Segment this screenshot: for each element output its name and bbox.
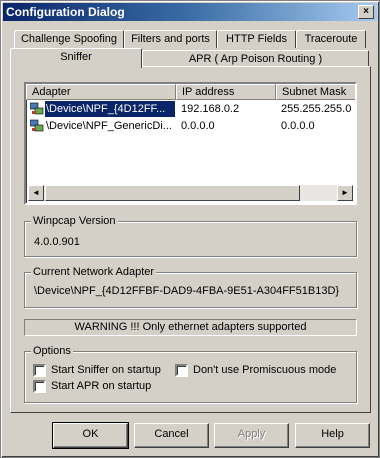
tab-challenge-spoofing[interactable]: Challenge Spoofing xyxy=(14,30,124,48)
current-adapter-label: Current Network Adapter xyxy=(31,265,157,279)
ip-address-cell: 192.168.0.2 xyxy=(181,103,240,115)
ip-address-cell: 0.0.0.0 xyxy=(181,120,215,132)
tab-filters-and-ports[interactable]: Filters and ports xyxy=(124,30,217,48)
winpcap-version-value: 4.0.0.901 xyxy=(34,236,80,248)
title-bar[interactable]: Configuration Dialog × xyxy=(3,3,377,21)
help-button[interactable]: Help xyxy=(295,423,370,448)
apply-button[interactable]: Apply xyxy=(214,423,289,448)
close-icon: × xyxy=(363,6,369,17)
window-title: Configuration Dialog xyxy=(6,5,125,19)
network-adapter-icon xyxy=(30,102,44,115)
warning-message: WARNING !!! Only ethernet adapters suppo… xyxy=(24,319,357,336)
network-adapter-icon xyxy=(30,119,44,132)
start-apr-checkbox[interactable] xyxy=(33,380,46,393)
ok-button[interactable]: OK xyxy=(52,422,129,449)
start-apr-label[interactable]: Start APR on startup xyxy=(51,380,151,393)
adapter-name-cell: \Device\NPF_GenericDi... xyxy=(46,120,172,132)
tab-traceroute[interactable]: Traceroute xyxy=(296,30,366,48)
scroll-left-button[interactable]: ◄ xyxy=(28,185,44,201)
no-promiscuous-label[interactable]: Don't use Promiscuous mode xyxy=(193,364,336,377)
scroll-thumb[interactable] xyxy=(45,185,300,201)
start-sniffer-checkbox[interactable] xyxy=(33,364,46,377)
horizontal-scrollbar[interactable]: ◄ ► xyxy=(28,185,353,201)
tab-http-fields[interactable]: HTTP Fields xyxy=(217,30,296,48)
close-button[interactable]: × xyxy=(358,5,374,19)
adapter-row[interactable]: \Device\NPF_GenericDi... 0.0.0.0 0.0.0.0 xyxy=(27,118,355,134)
arrow-left-icon: ◄ xyxy=(32,188,40,197)
tab-sniffer[interactable]: Sniffer xyxy=(10,48,142,68)
arrow-right-icon: ► xyxy=(341,188,349,197)
adapter-row[interactable]: \Device\NPF_{4D12FF... 192.168.0.2 255.2… xyxy=(27,101,355,117)
column-header-adapter[interactable]: Adapter xyxy=(26,84,176,100)
scroll-right-button[interactable]: ► xyxy=(337,185,353,201)
cancel-button[interactable]: Cancel xyxy=(134,423,209,448)
no-promiscuous-checkbox[interactable] xyxy=(175,364,188,377)
start-sniffer-label[interactable]: Start Sniffer on startup xyxy=(51,364,161,377)
options-group: Options xyxy=(24,344,357,403)
adapter-name-cell: \Device\NPF_{4D12FF... xyxy=(45,101,175,117)
subnet-mask-cell: 255.255.255.0 xyxy=(281,103,352,115)
column-header-ip-address[interactable]: IP address xyxy=(176,84,276,100)
options-label: Options xyxy=(31,344,73,358)
adapter-list[interactable]: Adapter IP address Subnet Mask \Device\N… xyxy=(24,82,357,205)
winpcap-version-label: Winpcap Version xyxy=(31,214,118,228)
subnet-mask-cell: 0.0.0.0 xyxy=(281,120,315,132)
column-header-subnet-mask[interactable]: Subnet Mask xyxy=(276,84,355,100)
current-adapter-value: \Device\NPF_{4D12FFBF-DAD9-4FBA-9E51-A30… xyxy=(34,285,340,297)
